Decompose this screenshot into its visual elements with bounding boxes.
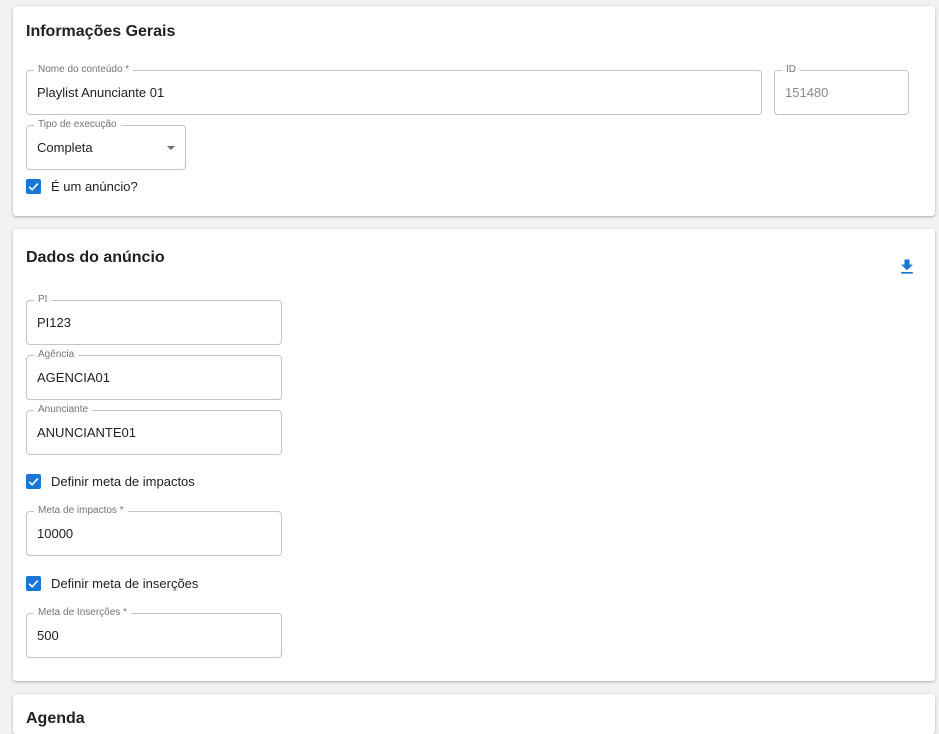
agency-value: AGENCIA01 bbox=[37, 370, 110, 385]
execution-type-label: Tipo de execução bbox=[34, 119, 121, 131]
agency-field[interactable]: Agência AGENCIA01 bbox=[26, 349, 282, 400]
schedule-card: Agenda bbox=[13, 694, 935, 734]
advertiser-label: Anunciante bbox=[34, 404, 93, 416]
chevron-down-icon bbox=[167, 146, 175, 150]
insertions-goal-field[interactable]: Meta de Inserções * 500 bbox=[26, 607, 282, 658]
advertiser-field[interactable]: Anunciante ANUNCIANTE01 bbox=[26, 404, 282, 455]
agency-label: Agência bbox=[34, 349, 79, 361]
impacts-goal-field[interactable]: Meta de impactos * 10000 bbox=[26, 505, 282, 556]
download-button[interactable] bbox=[897, 257, 917, 277]
impacts-goal-value: 10000 bbox=[37, 526, 74, 541]
is-ad-checkbox[interactable] bbox=[26, 179, 41, 194]
pi-field[interactable]: PI PI123 bbox=[26, 294, 282, 345]
execution-type-value: Completa bbox=[37, 140, 93, 155]
checkmark-icon bbox=[28, 579, 39, 588]
id-label: ID bbox=[782, 64, 800, 76]
checkmark-icon bbox=[28, 477, 39, 486]
insertions-goal-label: Meta de Inserções * bbox=[34, 607, 131, 619]
insertions-goal-checkbox[interactable] bbox=[26, 576, 41, 591]
id-value: 151480 bbox=[785, 85, 829, 100]
pi-label: PI bbox=[34, 294, 52, 306]
id-field: ID 151480 bbox=[774, 64, 909, 115]
general-info-title: Informações Gerais bbox=[26, 23, 176, 40]
general-info-card: Informações Gerais Nome do conteúdo * Pl… bbox=[13, 6, 935, 216]
download-icon bbox=[901, 259, 913, 274]
content-name-field[interactable]: Nome do conteúdo * Playlist Anunciante 0… bbox=[26, 64, 762, 115]
ad-data-card: Dados do anúncio PI PI123 Agência AGENCI… bbox=[13, 229, 935, 681]
checkmark-icon bbox=[28, 182, 39, 191]
ad-data-title: Dados do anúncio bbox=[26, 249, 165, 266]
advertiser-value: ANUNCIANTE01 bbox=[37, 425, 136, 440]
impacts-goal-checkbox[interactable] bbox=[26, 474, 41, 489]
is-ad-label: É um anúncio? bbox=[51, 179, 138, 194]
insertions-goal-value: 500 bbox=[37, 628, 59, 643]
content-name-value: Playlist Anunciante 01 bbox=[37, 85, 165, 100]
insertions-goal-check-label: Definir meta de inserções bbox=[51, 576, 199, 591]
impacts-goal-label: Meta de impactos * bbox=[34, 505, 128, 517]
pi-value: PI123 bbox=[37, 315, 71, 330]
content-name-label: Nome do conteúdo * bbox=[34, 64, 134, 76]
execution-type-select[interactable]: Tipo de execução Completa bbox=[26, 119, 186, 170]
impacts-goal-check-label: Definir meta de impactos bbox=[51, 474, 195, 489]
schedule-title: Agenda bbox=[26, 710, 85, 727]
